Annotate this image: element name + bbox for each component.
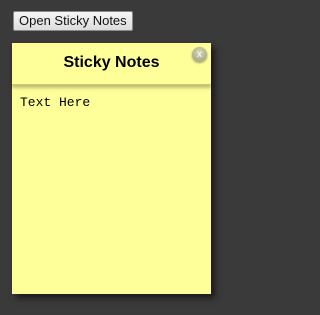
- sticky-note-header: Sticky Notes x: [12, 43, 211, 85]
- sticky-note-text-area[interactable]: Text Here: [12, 87, 211, 294]
- sticky-note-title: Sticky Notes: [63, 54, 160, 71]
- page: { "toolbar": { "open_button_label": "Ope…: [0, 0, 233, 315]
- close-icon[interactable]: x: [192, 47, 207, 62]
- sticky-note: Sticky Notes x Text Here: [12, 43, 211, 294]
- open-sticky-notes-button[interactable]: Open Sticky Notes: [13, 11, 133, 31]
